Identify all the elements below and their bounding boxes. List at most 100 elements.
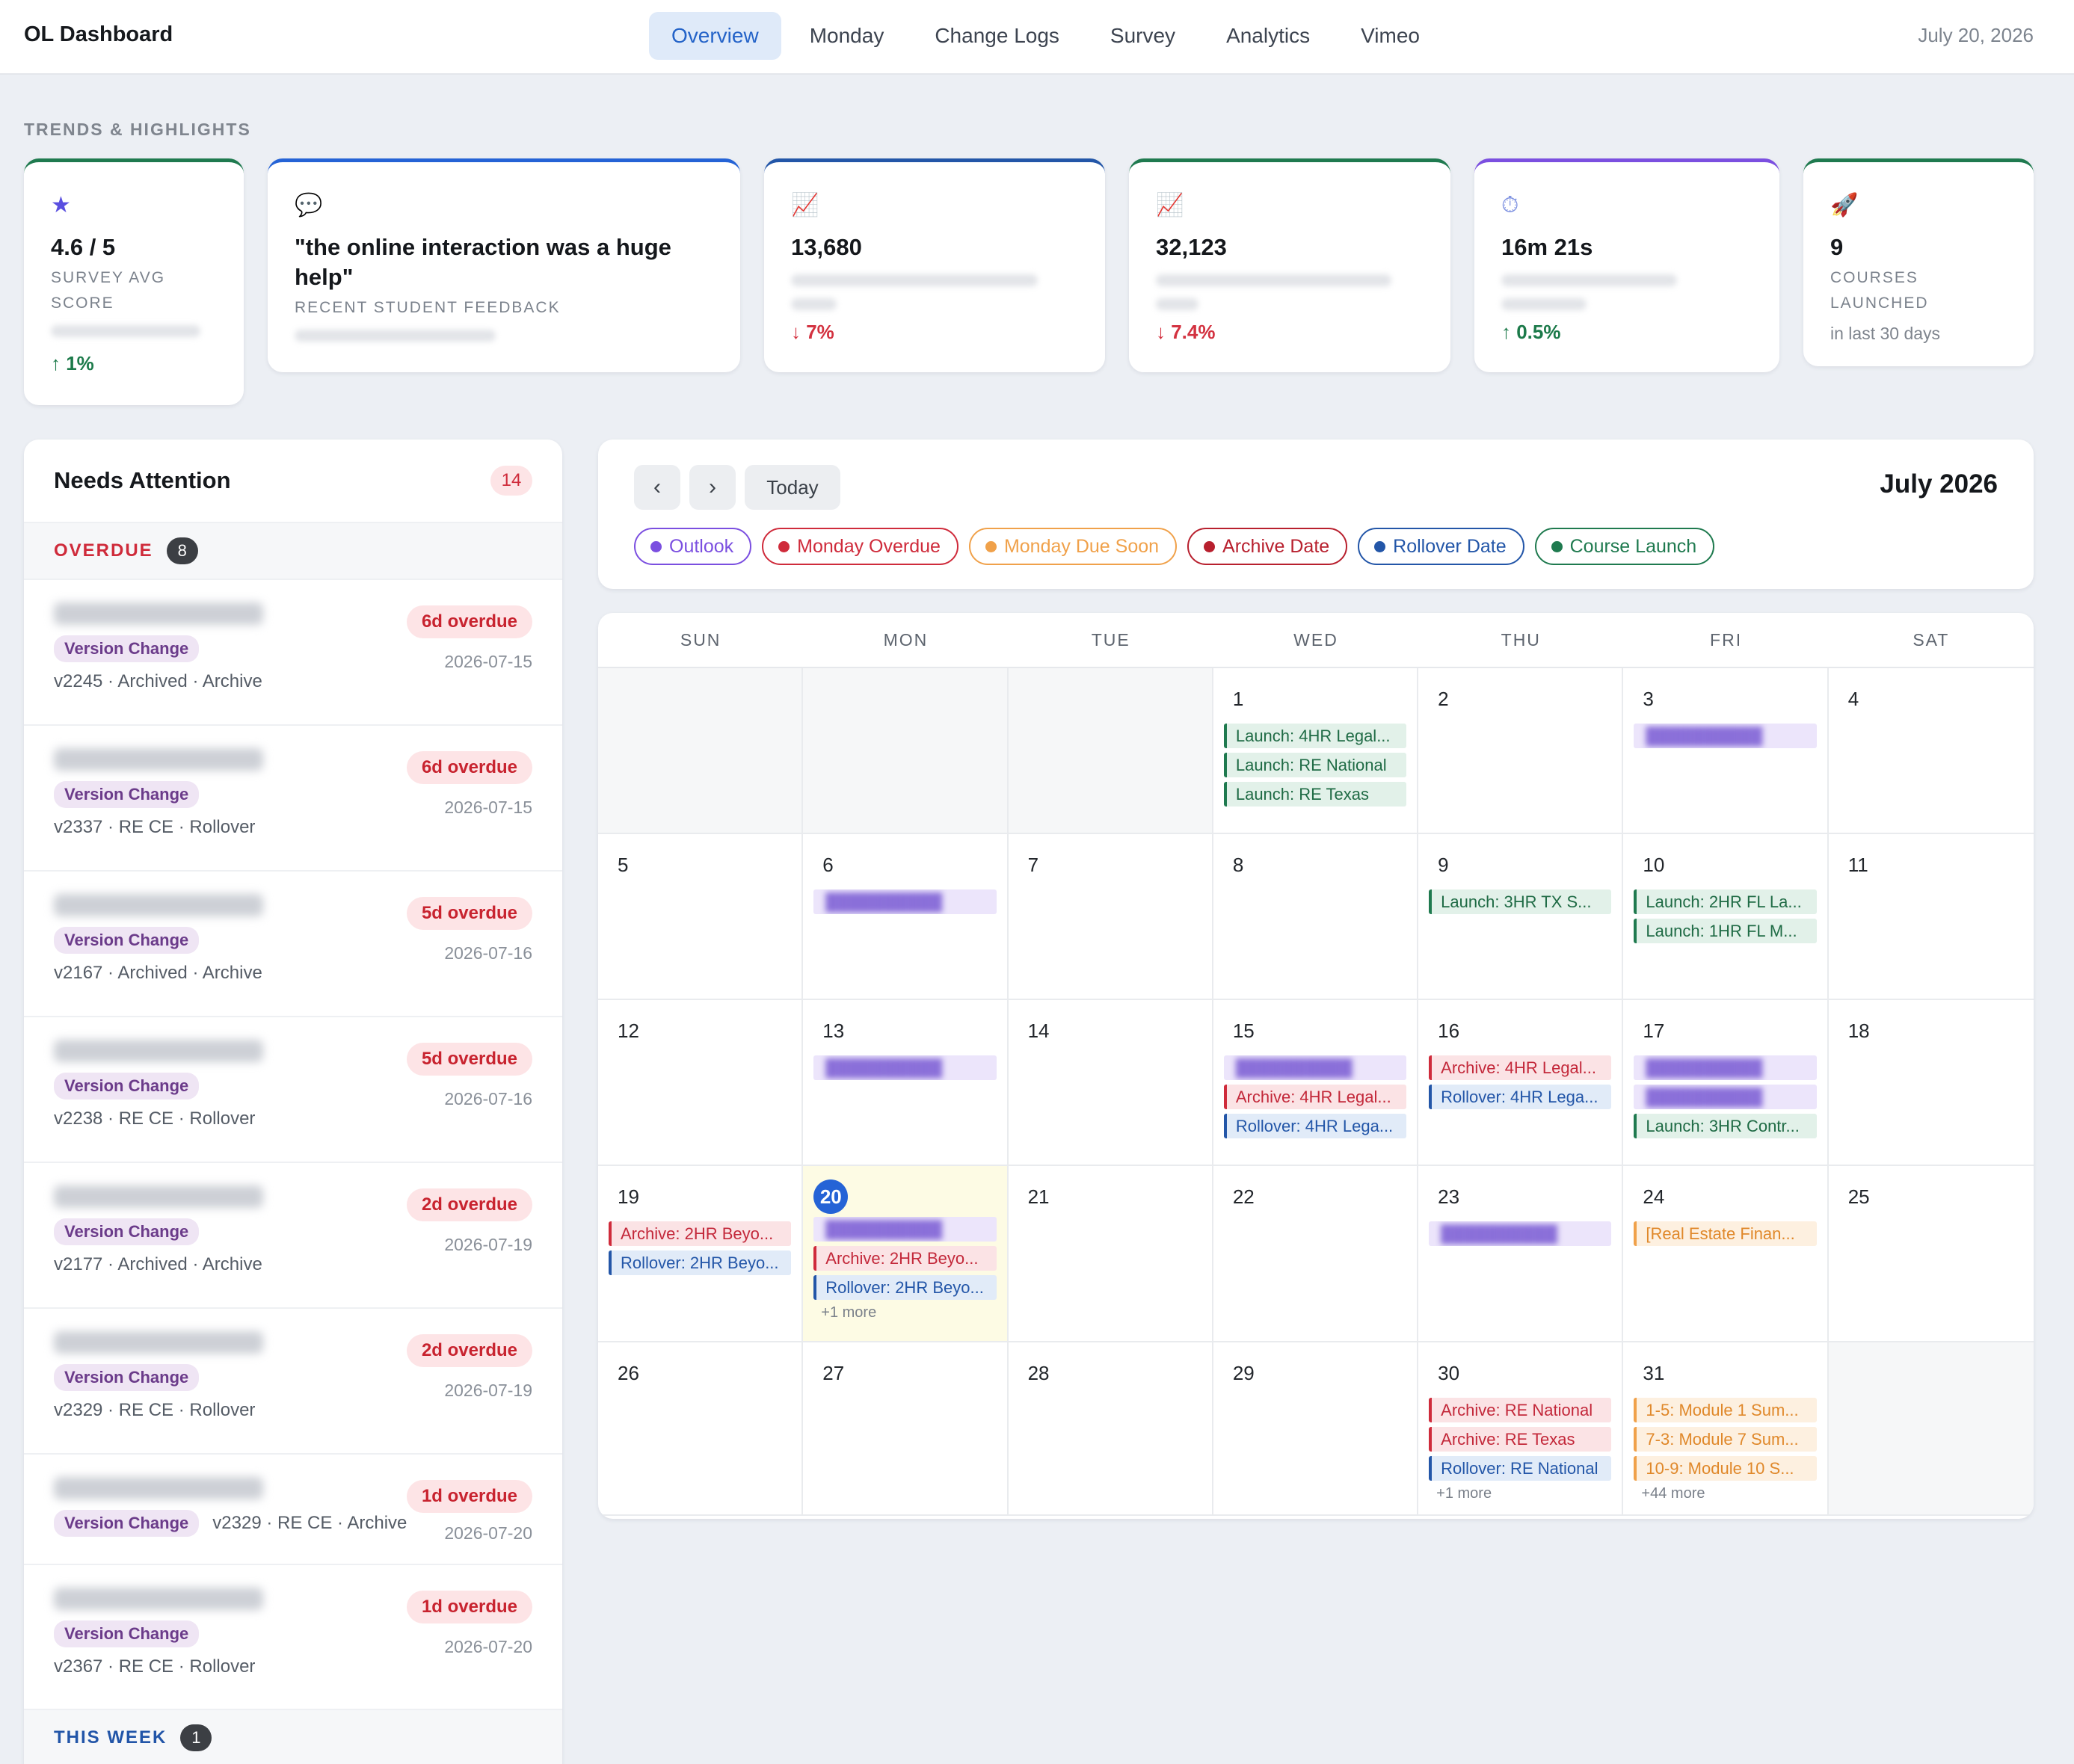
legend-filter-rollover-date[interactable]: Rollover Date	[1358, 528, 1524, 565]
redacted-text	[791, 274, 1038, 286]
calendar-day-cell[interactable]: 21	[1008, 1166, 1213, 1342]
more-events-link[interactable]: +1 more	[1429, 1485, 1611, 1502]
calendar-event-launch[interactable]: Launch: 3HR Contr...	[1634, 1114, 1817, 1138]
outlook-event-redacted[interactable]: ██████████	[1223, 1055, 1407, 1080]
outlook-event-redacted[interactable]: ██████████	[1634, 1085, 1817, 1109]
calendar-event-archive[interactable]: Archive: RE Texas	[1429, 1427, 1612, 1452]
legend-filter-archive-date[interactable]: Archive Date	[1187, 528, 1348, 565]
calendar-event-launch[interactable]: Launch: 2HR FL La...	[1634, 889, 1817, 914]
calendar-day-cell[interactable]: 18	[1828, 1000, 2034, 1166]
calendar-day-cell[interactable]: 30 Archive: RE National Archive: RE Texas R…	[1418, 1342, 1624, 1516]
calendar-day-cell[interactable]: 7	[1008, 834, 1213, 1000]
calendar-day-cell[interactable]: 28	[1008, 1342, 1213, 1516]
calendar-day-cell[interactable]: 1 Launch: 4HR Legal... Launch: RE National…	[1213, 668, 1419, 834]
metric-delta: ↓ 7.4%	[1156, 321, 1216, 343]
calendar-day-cell[interactable]: 8	[1213, 834, 1419, 1000]
tab-monday[interactable]: Monday	[787, 12, 907, 60]
weekday-label: SAT	[1913, 629, 1950, 650]
group-header-overdue[interactable]: OVERDUE 8	[24, 523, 562, 580]
tab-change-logs[interactable]: Change Logs	[912, 12, 1082, 60]
calendar-event-due[interactable]: 1-5: Module 1 Sum...	[1634, 1398, 1817, 1422]
calendar-day-cell[interactable]: 31 1-5: Module 1 Sum... 7-3: Module 7 Sum.…	[1623, 1342, 1829, 1516]
calendar-event-launch[interactable]: Launch: RE Texas	[1223, 782, 1407, 807]
calendar-day-cell[interactable]: 4	[1828, 668, 2034, 834]
calendar-day-cell[interactable]: 17 ██████████ ██████████ Launch: 3HR Contr.…	[1623, 1000, 1829, 1166]
calendar-event-archive[interactable]: Archive: 2HR Beyo...	[813, 1246, 997, 1271]
attention-item[interactable]: Version Change v2329 · RE CE · Rollover …	[24, 1309, 562, 1455]
calendar-event-launch[interactable]: Launch: 3HR TX S...	[1429, 889, 1612, 914]
calendar-event-archive[interactable]: Archive: 4HR Legal...	[1223, 1085, 1407, 1109]
calendar-event-rollover[interactable]: Rollover: 2HR Beyo...	[609, 1250, 792, 1275]
calendar-day-cell[interactable]: 26	[598, 1342, 804, 1516]
calendar-day-cell[interactable]: 23 ██████████	[1418, 1166, 1624, 1342]
outlook-event-redacted[interactable]: ██████████	[1429, 1221, 1612, 1246]
calendar-day-cell[interactable]: 3 ██████████	[1623, 668, 1829, 834]
weekday-label: TUE	[1091, 629, 1130, 650]
more-events-link[interactable]: +44 more	[1634, 1485, 1816, 1502]
calendar-day-cell[interactable]: 16 Archive: 4HR Legal... Rollover: 4HR Leg…	[1418, 1000, 1624, 1166]
tab-overview[interactable]: Overview	[649, 12, 781, 60]
outlook-event-redacted[interactable]: ██████████	[813, 1055, 997, 1080]
calendar-day-cell[interactable]: 11	[1828, 834, 2034, 1000]
attention-item[interactable]: Version Change v2367 · RE CE · Rollover …	[24, 1565, 562, 1710]
tab-analytics[interactable]: Analytics	[1204, 12, 1332, 60]
attention-item[interactable]: Version Change v2177 · Archived · Archiv…	[24, 1163, 562, 1309]
calendar-event-due[interactable]: 7-3: Module 7 Sum...	[1634, 1427, 1817, 1452]
calendar-day-cell[interactable]: 25	[1828, 1166, 2034, 1342]
calendar-event-rollover[interactable]: Rollover: 4HR Lega...	[1429, 1085, 1612, 1109]
calendar-day-cell[interactable]: 15 ██████████ Archive: 4HR Legal... Rollove…	[1213, 1000, 1419, 1166]
calendar-event-due[interactable]: 10-9: Module 10 S...	[1634, 1456, 1817, 1481]
calendar-day-cell[interactable]: 27	[803, 1342, 1009, 1516]
calendar-event-rollover[interactable]: Rollover: 4HR Lega...	[1223, 1114, 1407, 1138]
calendar-day-cell[interactable]: 6 ██████████	[803, 834, 1009, 1000]
day-number: 29	[1232, 1362, 1255, 1384]
calendar-event-rollover[interactable]: Rollover: 2HR Beyo...	[813, 1275, 997, 1300]
chart-icon: 📈	[1156, 193, 1184, 218]
item-date: 2026-07-20	[444, 1523, 532, 1543]
tab-vimeo[interactable]: Vimeo	[1338, 12, 1442, 60]
calendar-day-cell[interactable]: 10 Launch: 2HR FL La... Launch: 1HR FL M..…	[1623, 834, 1829, 1000]
group-header-this-week[interactable]: THIS WEEK 1	[24, 1710, 562, 1764]
redacted-text: ██████████	[1646, 1058, 1763, 1077]
more-events-link[interactable]: +1 more	[813, 1304, 996, 1322]
calendar-day-cell[interactable]: 5	[598, 834, 804, 1000]
calendar-day-cell[interactable]: 9 Launch: 3HR TX S...	[1418, 834, 1624, 1000]
calendar-event-archive[interactable]: Archive: 4HR Legal...	[1429, 1055, 1612, 1080]
outlook-event-redacted[interactable]: ██████████	[1634, 1055, 1817, 1080]
calendar-day-cell[interactable]: 29	[1213, 1342, 1419, 1516]
legend-filter-outlook[interactable]: Outlook	[634, 528, 752, 565]
calendar-day-cell[interactable]: 2	[1418, 668, 1624, 834]
calendar-event-due[interactable]: [Real Estate Finan...	[1634, 1221, 1817, 1246]
calendar-day-cell[interactable]: 20 ██████████ Archive: 2HR Beyo... Rollover…	[803, 1166, 1009, 1342]
legend-filter-course-launch[interactable]: Course Launch	[1534, 528, 1715, 565]
outlook-event-redacted[interactable]: ██████████	[1634, 724, 1817, 748]
attention-item[interactable]: Version Change v2238 · RE CE · Rollover …	[24, 1017, 562, 1163]
calendar-event-rollover[interactable]: Rollover: RE National	[1429, 1456, 1612, 1481]
calendar-event-launch[interactable]: Launch: 4HR Legal...	[1223, 724, 1407, 748]
tab-survey[interactable]: Survey	[1088, 12, 1198, 60]
attention-item[interactable]: Version Change v2329 · RE CE · Archive 1…	[24, 1455, 562, 1565]
calendar-day-cell[interactable]: 24 [Real Estate Finan...	[1623, 1166, 1829, 1342]
attention-item[interactable]: Version Change v2245 · Archived · Archiv…	[24, 580, 562, 726]
outlook-event-redacted[interactable]: ██████████	[813, 889, 997, 914]
outlook-event-redacted[interactable]: ██████████	[813, 1217, 997, 1242]
calendar-day-cell[interactable]: 12	[598, 1000, 804, 1166]
calendar-event-archive[interactable]: Archive: 2HR Beyo...	[609, 1221, 792, 1246]
next-month-button[interactable]: ›	[689, 465, 736, 510]
item-meta: v2238 · RE CE · Rollover	[54, 1108, 256, 1129]
attention-item[interactable]: Version Change v2337 · RE CE · Rollover …	[24, 726, 562, 872]
calendar-day-cell[interactable]: 13 ██████████	[803, 1000, 1009, 1166]
attention-item[interactable]: Version Change v2167 · Archived · Archiv…	[24, 872, 562, 1017]
calendar-event-launch[interactable]: Launch: 1HR FL M...	[1634, 919, 1817, 943]
calendar-event-launch[interactable]: Launch: RE National	[1223, 753, 1407, 777]
calendar-day-cell[interactable]: 19 Archive: 2HR Beyo... Rollover: 2HR Beyo…	[598, 1166, 804, 1342]
group-count: 1	[180, 1724, 212, 1751]
legend-filter-monday-due-soon[interactable]: Monday Due Soon	[968, 528, 1178, 565]
overdue-badge: 5d overdue	[406, 897, 532, 930]
today-button[interactable]: Today	[745, 465, 840, 510]
calendar-day-cell[interactable]: 14	[1008, 1000, 1213, 1166]
legend-filter-monday-overdue[interactable]: Monday Overdue	[762, 528, 958, 565]
prev-month-button[interactable]: ‹	[634, 465, 680, 510]
calendar-day-cell[interactable]: 22	[1213, 1166, 1419, 1342]
calendar-event-archive[interactable]: Archive: RE National	[1429, 1398, 1612, 1422]
